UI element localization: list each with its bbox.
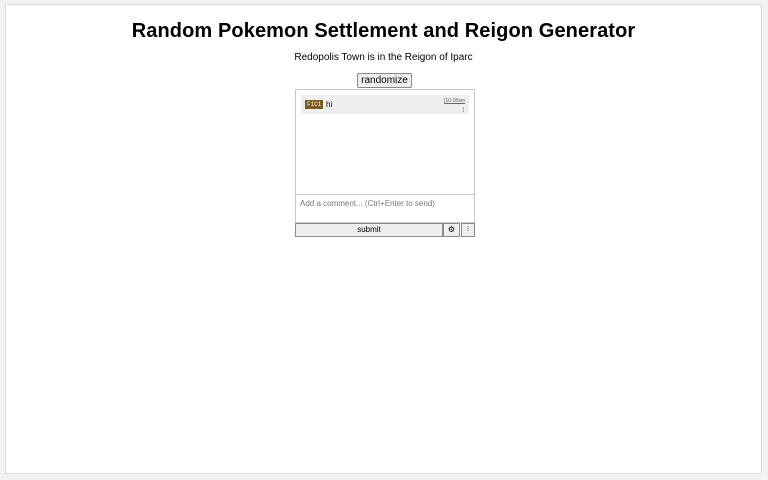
comment-box: F1C1 hi [10:28am ] (295, 89, 475, 223)
message-item: F1C1 hi [10:28am ] (301, 95, 469, 114)
info-icon: ⁝ (466, 226, 470, 233)
message-list[interactable]: F1C1 hi [10:28am ] (296, 90, 474, 194)
randomize-button[interactable]: randomize (357, 73, 412, 88)
message-timestamp[interactable]: [10:28am (444, 98, 465, 104)
user-badge[interactable]: F1C1 (305, 100, 324, 109)
info-button[interactable]: ⁝ (461, 223, 475, 237)
settings-button[interactable]: ⚙ (443, 223, 460, 237)
page-container: Random Pokemon Settlement and Reigon Gen… (5, 4, 762, 474)
comment-widget: F1C1 hi [10:28am ] submit ⚙ ⁝ (295, 89, 475, 237)
generated-result-text: Redopolis Town is in the Reigon of Iparc (294, 52, 473, 63)
message-timestamp-end: ] (462, 107, 464, 113)
message-text: hi (326, 100, 333, 109)
submit-button[interactable]: submit (295, 223, 443, 237)
comment-input[interactable] (296, 194, 474, 222)
page-title: Random Pokemon Settlement and Reigon Gen… (131, 20, 636, 42)
gear-icon: ⚙ (447, 225, 456, 234)
